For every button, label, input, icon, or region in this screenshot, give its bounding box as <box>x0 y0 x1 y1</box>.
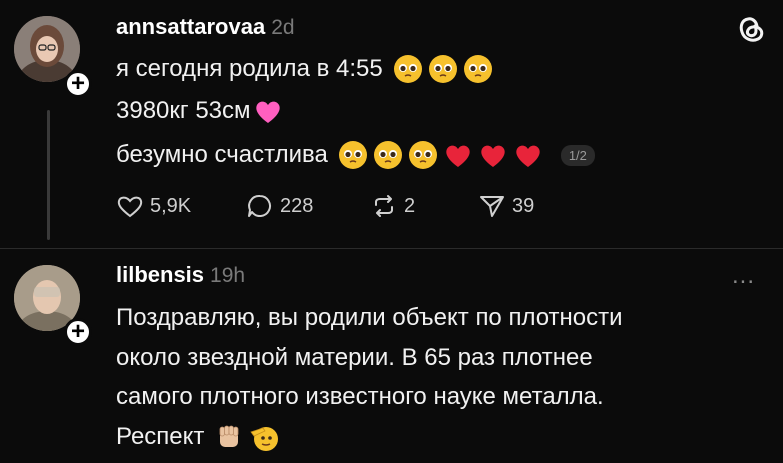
more-dots: ... <box>732 262 756 289</box>
post-username[interactable]: annsattarovaa <box>116 14 265 39</box>
thread-line <box>47 110 50 240</box>
reply-time: 19h <box>210 264 246 287</box>
reply-text-1: Поздравляю, вы родили объект по плотност… <box>116 304 623 331</box>
red-heart-icon <box>446 145 470 167</box>
page-indicator: 1/2 <box>560 144 595 166</box>
pleading-face-icon <box>463 55 492 83</box>
reply-text-3: самого плотного известного науке металла… <box>116 383 604 410</box>
reply-username[interactable]: lilbensis <box>116 262 204 287</box>
shares-count: 39 <box>512 194 535 217</box>
red-heart-icon <box>481 145 505 167</box>
likes-count: 5,9K <box>150 194 192 217</box>
pleading-face-icon <box>373 141 402 169</box>
comments-count: 228 <box>280 194 314 217</box>
pleading-face-icon <box>338 141 367 169</box>
more-icon[interactable]: ... <box>732 262 755 290</box>
reply-line-1: Поздравляю, вы родили объект по плотност… <box>116 301 623 335</box>
plus-icon: + <box>70 70 85 97</box>
reply-text-4: Респект <box>116 423 205 450</box>
heart-icon <box>117 196 143 218</box>
reply-header: lilbensis 19h <box>116 262 245 288</box>
comment-icon <box>248 194 271 217</box>
post-header: annsattarovaa 2d <box>116 14 295 40</box>
saluting-face-icon <box>250 427 279 451</box>
post-line-2: 3980кг 53см <box>116 94 283 128</box>
post-text-1: я сегодня родила в 4:55 <box>116 55 383 82</box>
threads-logo-icon[interactable] <box>732 12 768 48</box>
post-time: 2d <box>271 16 295 39</box>
post-line-1: я сегодня родила в 4:55 <box>116 52 493 86</box>
post-text-2: 3980кг 53см <box>116 97 251 124</box>
like-button[interactable]: 5,9K <box>116 193 191 219</box>
plus-icon: + <box>70 318 85 345</box>
reply-line-2: около звездной материи. В 65 раз плотнее <box>116 341 593 375</box>
reposts-count: 2 <box>404 194 416 217</box>
follow-plus-button[interactable]: + <box>64 70 92 98</box>
divider <box>0 248 783 249</box>
pink-heart-icon <box>255 101 280 123</box>
share-icon <box>480 196 504 217</box>
reply-line-4: Респект <box>116 420 279 454</box>
repost-icon <box>375 195 393 217</box>
reply-follow-plus-button[interactable]: + <box>64 318 92 346</box>
pleading-face-icon <box>393 55 422 83</box>
red-heart-icon <box>516 145 540 167</box>
pleading-face-icon <box>428 55 457 83</box>
post-text-3: безумно счастлива <box>116 141 328 168</box>
reply-text-2: около звездной материи. В 65 раз плотнее <box>116 344 593 371</box>
pleading-face-icon <box>408 141 437 169</box>
reply-line-3: самого плотного известного науке металла… <box>116 380 604 414</box>
raised-fist-icon <box>220 425 239 447</box>
repost-button[interactable]: 2 <box>370 193 415 219</box>
share-button[interactable]: 39 <box>478 193 534 219</box>
post-line-3: безумно счастлива 1/2 <box>116 138 595 172</box>
comment-button[interactable]: 228 <box>246 193 313 219</box>
